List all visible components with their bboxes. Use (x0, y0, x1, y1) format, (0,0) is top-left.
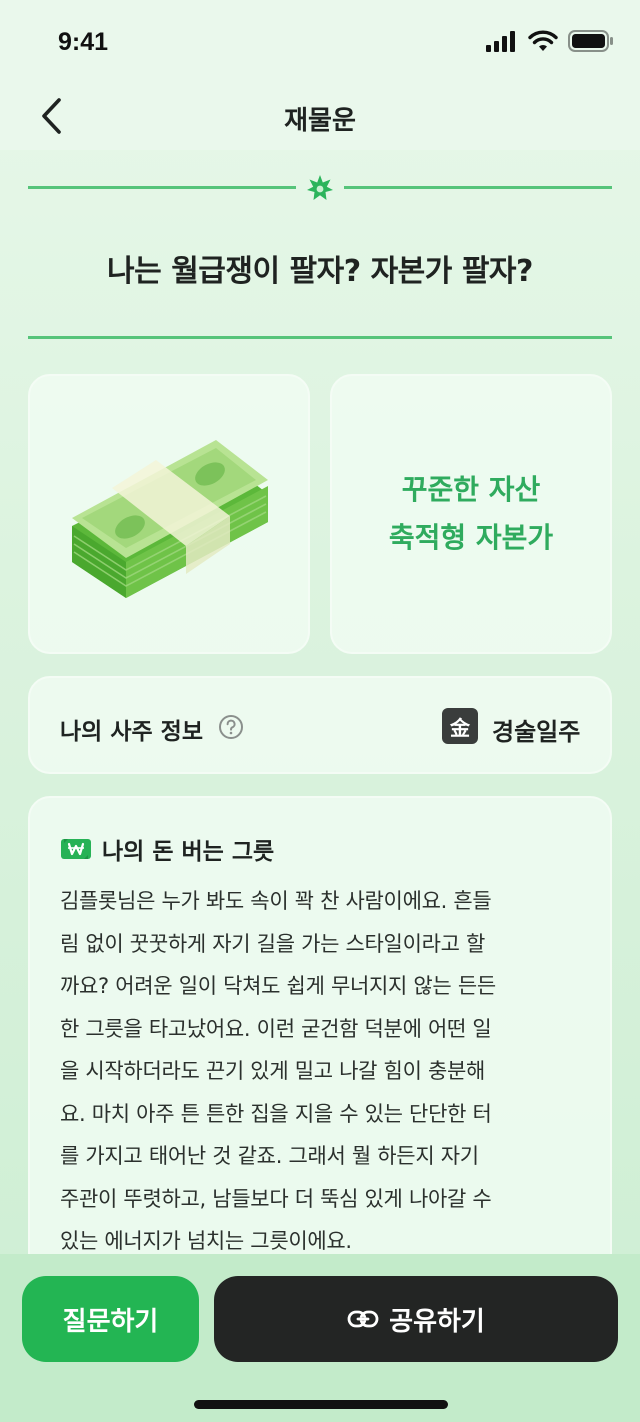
headline-divider (28, 336, 612, 339)
nav-title: 재물운 (284, 106, 356, 136)
vessel-header: 나의 돈 버는 그릇 (60, 832, 274, 866)
vessel-line: 요. 마치 아주 튼 튼한 집을 지을 수 있는 단단한 터 (60, 1101, 492, 1126)
saju-info-card[interactable]: 나의 사주 정보 金 경술일주 (28, 676, 612, 774)
result-type-line1: 꾸준한 자산 (401, 473, 541, 506)
vessel-title: 나의 돈 버는 그릇 (102, 839, 275, 865)
link-icon (347, 1310, 379, 1328)
vessel-line: 림 없이 꿋꿋하게 자기 길을 가는 스타일이라고 할 (60, 931, 486, 956)
saju-info-label: 나의 사주 정보 (60, 719, 203, 745)
signal-icon (486, 31, 515, 52)
money-stack-icon (72, 440, 268, 598)
element-badge: 金 (442, 708, 478, 744)
share-button[interactable]: 공유하기 (214, 1276, 618, 1362)
ask-button[interactable]: 질문하기 (22, 1276, 199, 1362)
vessel-line: 김플롯님은 누가 봐도 속이 꽉 찬 사람이에요. 흔들 (60, 889, 492, 913)
vessel-line: 을 시작하더라도 끈기 있게 밀고 나갈 힘이 충분해 (60, 1059, 486, 1083)
sparkle-icon (307, 175, 333, 200)
vessel-description: 김플롯님은 누가 봐도 속이 꽉 찬 사람이에요. 흔들 림 없이 꿋꿋하게 자… (60, 880, 588, 1263)
status-time: 9:41 (58, 28, 109, 56)
home-indicator (194, 1400, 448, 1409)
money-vessel-card: 나의 돈 버는 그릇 김플롯님은 누가 봐도 속이 꽉 찬 사람이에요. 흔들 … (28, 796, 612, 1316)
vessel-line: 까요? 어려운 일이 닥쳐도 쉽게 무너지지 않는 든든 (60, 974, 496, 998)
won-bill-icon (61, 839, 91, 859)
bottom-action-bar: 질문하기 공유하기 (0, 1254, 640, 1422)
help-icon[interactable] (218, 714, 244, 740)
share-button-label: 공유하기 (389, 1306, 485, 1337)
battery-icon (568, 30, 613, 52)
result-type-line2: 축적형 자본가 (388, 521, 554, 554)
illustration-card (28, 374, 310, 654)
vessel-line: 한 그릇을 타고났어요. 이런 굳건함 덕분에 어떤 일 (60, 1016, 492, 1041)
nav-bar: 재물운 (0, 88, 640, 150)
status-icons (486, 30, 614, 52)
result-type-card: 꾸준한 자산 축적형 자본가 (330, 374, 612, 654)
ask-button-label: 질문하기 (62, 1306, 159, 1337)
vessel-line: 주관이 뚜렷하고, 남들보다 더 뚝심 있게 나아갈 수 (60, 1186, 492, 1211)
status-bar: 9:41 (0, 0, 640, 88)
vessel-line: 를 가지고 태어난 것 같죠. 그래서 뭘 하든지 자기 (60, 1144, 479, 1168)
wifi-icon (528, 30, 558, 51)
decorative-divider (28, 174, 612, 200)
page-headline: 나는 월급쟁이 팔자? 자본가 팔자? (107, 254, 533, 289)
saju-pillar: 경술일주 (492, 718, 581, 746)
